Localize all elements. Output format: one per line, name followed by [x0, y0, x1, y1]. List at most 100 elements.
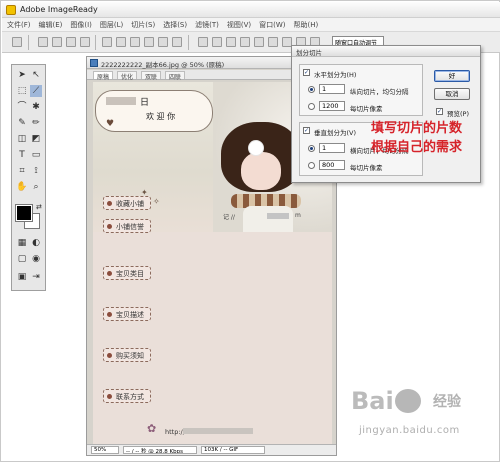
tab-4up[interactable]: 四联 — [165, 71, 186, 81]
vertical-pixels-radio[interactable] — [308, 162, 315, 169]
jump-to-photoshop-icon[interactable]: ⇥ — [30, 271, 42, 283]
slice-option-icon[interactable] — [240, 37, 250, 47]
cancel-button[interactable]: 取消 — [434, 88, 470, 100]
horizontal-even-radio[interactable] — [308, 86, 315, 93]
canvas-footer: ✿ http:// — [93, 414, 332, 444]
watermark-brand: Bai — [351, 387, 394, 415]
swap-colors-icon[interactable]: ⇄ — [36, 203, 42, 211]
image-map-icon[interactable]: ◐ — [30, 237, 42, 249]
slice-option-icon[interactable] — [212, 37, 222, 47]
menu-edit[interactable]: 编辑(E) — [39, 20, 63, 30]
tab-original[interactable]: 原稿 — [93, 71, 114, 81]
annotation-line2: 根据自己的需求 — [371, 140, 463, 155]
distribute-left-icon[interactable] — [144, 37, 154, 47]
zoom-level-field[interactable]: 50% — [91, 446, 119, 454]
dialog-title-bar: 划分切片 — [292, 46, 480, 57]
distribute-bottom-icon[interactable] — [130, 37, 140, 47]
eyedropper-tool-icon[interactable]: ⟟ — [30, 165, 42, 177]
distribute-right-icon[interactable] — [172, 37, 182, 47]
foreground-color-swatch[interactable] — [15, 204, 33, 222]
file-size-field[interactable]: 103K / -- GIF — [201, 446, 265, 454]
slice-option-icon[interactable] — [254, 37, 264, 47]
hand-tool-icon[interactable]: ✋ — [16, 181, 28, 193]
align-left-icon[interactable] — [80, 37, 90, 47]
blurred-text — [183, 428, 253, 434]
menu-select[interactable]: 选择(S) — [163, 20, 187, 30]
rectangle-tool-icon[interactable]: ▭ — [30, 149, 42, 161]
tab-2up[interactable]: 双联 — [141, 71, 162, 81]
slice-option-icon[interactable] — [198, 37, 208, 47]
toolbar-separator — [28, 35, 29, 50]
magic-wand-icon[interactable]: ✱ — [30, 101, 42, 113]
category-item: 宝贝描述 — [103, 307, 151, 321]
slice-option-icon[interactable] — [226, 37, 236, 47]
align-top-icon[interactable] — [38, 37, 48, 47]
horizontal-pixels-input[interactable]: 1200 — [319, 101, 345, 111]
slice-tool-icon[interactable]: ⟋ — [30, 85, 42, 97]
menu-window[interactable]: 窗口(W) — [259, 20, 285, 30]
hair-flower-shape — [248, 140, 264, 156]
vertical-even-radio[interactable] — [308, 145, 315, 152]
vertical-slices-input[interactable]: 1 — [319, 143, 345, 153]
preview-checkbox[interactable]: ✓ — [436, 108, 443, 115]
brush-tool-icon[interactable]: ✎ — [16, 117, 28, 129]
distribute-center-icon[interactable] — [158, 37, 168, 47]
zoom-tool-icon[interactable]: ⌕ — [30, 181, 42, 193]
menu-view[interactable]: 视图(V) — [227, 20, 251, 30]
horizontal-slices-input[interactable]: 1 — [319, 84, 345, 94]
vertical-pixels-label: 每切片像素 — [350, 164, 383, 172]
marquee-tool-icon[interactable]: ⬚ — [16, 85, 28, 97]
watermark-url: jingyan.baidu.com — [359, 425, 460, 436]
eraser-tool-icon[interactable]: ◫ — [16, 133, 28, 145]
download-time-field[interactable]: -- / -- 秒 @ 28.8 Kbps — [123, 446, 197, 454]
menu-image[interactable]: 图像(I) — [70, 20, 92, 30]
selection-tool-icon[interactable]: ↖ — [30, 69, 42, 81]
distribute-top-icon[interactable] — [102, 37, 112, 47]
horizontal-pixels-radio[interactable] — [308, 103, 315, 110]
toggle-slices-icon[interactable]: ▦ — [16, 237, 28, 249]
crop-tool-icon[interactable]: ⌗ — [16, 165, 28, 177]
vertical-divide-checkbox[interactable]: ✓ — [303, 127, 310, 134]
document-status-bar: 50% -- / -- 秒 @ 28.8 Kbps 103K / -- GIF — [87, 444, 336, 455]
tools-palette: ➤ ↖ ⬚ ⟋ ⌒ ✱ ✎ ✏ ◫ ◩ T ▭ ⌗ ⟟ ✋ ⌕ ⇄ ▦ ◐ ▢ … — [11, 64, 46, 291]
lasso-tool-icon[interactable]: ⌒ — [16, 101, 28, 113]
tutorial-annotation: 填写切片的片数 根据自己的需求 — [371, 119, 462, 157]
banner-welcome: 欢 迎 你 — [146, 112, 176, 121]
align-middle-icon[interactable] — [52, 37, 62, 47]
category-item: 小铺信誉 — [103, 219, 151, 233]
tab-optimized[interactable]: 优化 — [117, 71, 138, 81]
watermark-brand-cn: 经验 — [433, 394, 461, 410]
banner-signature-tail: m — [295, 212, 301, 219]
menu-bar: 文件(F) 编辑(E) 图像(I) 图层(L) 切片(S) 选择(S) 滤镜(T… — [2, 18, 500, 32]
ok-button[interactable]: 好 — [434, 70, 470, 82]
banner-line1: 日 — [140, 98, 150, 108]
slice-tool-icon[interactable] — [12, 37, 22, 47]
banner-signature: 记 // — [223, 214, 235, 221]
flower-decoration-icon: ✿ — [147, 422, 157, 435]
pencil-tool-icon[interactable]: ✏ — [30, 117, 42, 129]
slice-option-icon[interactable] — [268, 37, 278, 47]
menu-filter[interactable]: 滤镜(T) — [195, 20, 219, 30]
title-bar: Adobe ImageReady — [2, 2, 500, 18]
menu-help[interactable]: 帮助(H) — [294, 20, 319, 30]
paw-logo-icon — [395, 389, 421, 413]
screen-mode-icon[interactable]: ▣ — [16, 271, 28, 283]
rollover-mode-icon[interactable]: ◉ — [30, 253, 42, 265]
distribute-middle-icon[interactable] — [116, 37, 126, 47]
horizontal-divide-checkbox[interactable]: ✓ — [303, 69, 310, 76]
standard-mode-icon[interactable]: ▢ — [16, 253, 28, 265]
menu-layer[interactable]: 图层(L) — [100, 20, 123, 30]
girl-face-shape — [241, 152, 281, 190]
bucket-tool-icon[interactable]: ◩ — [30, 133, 42, 145]
imageready-app-icon — [6, 5, 16, 15]
move-tool-icon[interactable]: ➤ — [16, 69, 28, 81]
preview-label: 预览(P) — [447, 110, 469, 118]
category-item: 联系方式 — [103, 389, 151, 403]
annotation-line1: 填写切片的片数 — [371, 121, 463, 136]
type-tool-icon[interactable]: T — [16, 149, 28, 161]
align-bottom-icon[interactable] — [66, 37, 76, 47]
vertical-pixels-input[interactable]: 800 — [319, 160, 345, 170]
menu-slices[interactable]: 切片(S) — [131, 20, 155, 30]
menu-file[interactable]: 文件(F) — [7, 20, 31, 30]
blurred-text — [106, 97, 136, 105]
